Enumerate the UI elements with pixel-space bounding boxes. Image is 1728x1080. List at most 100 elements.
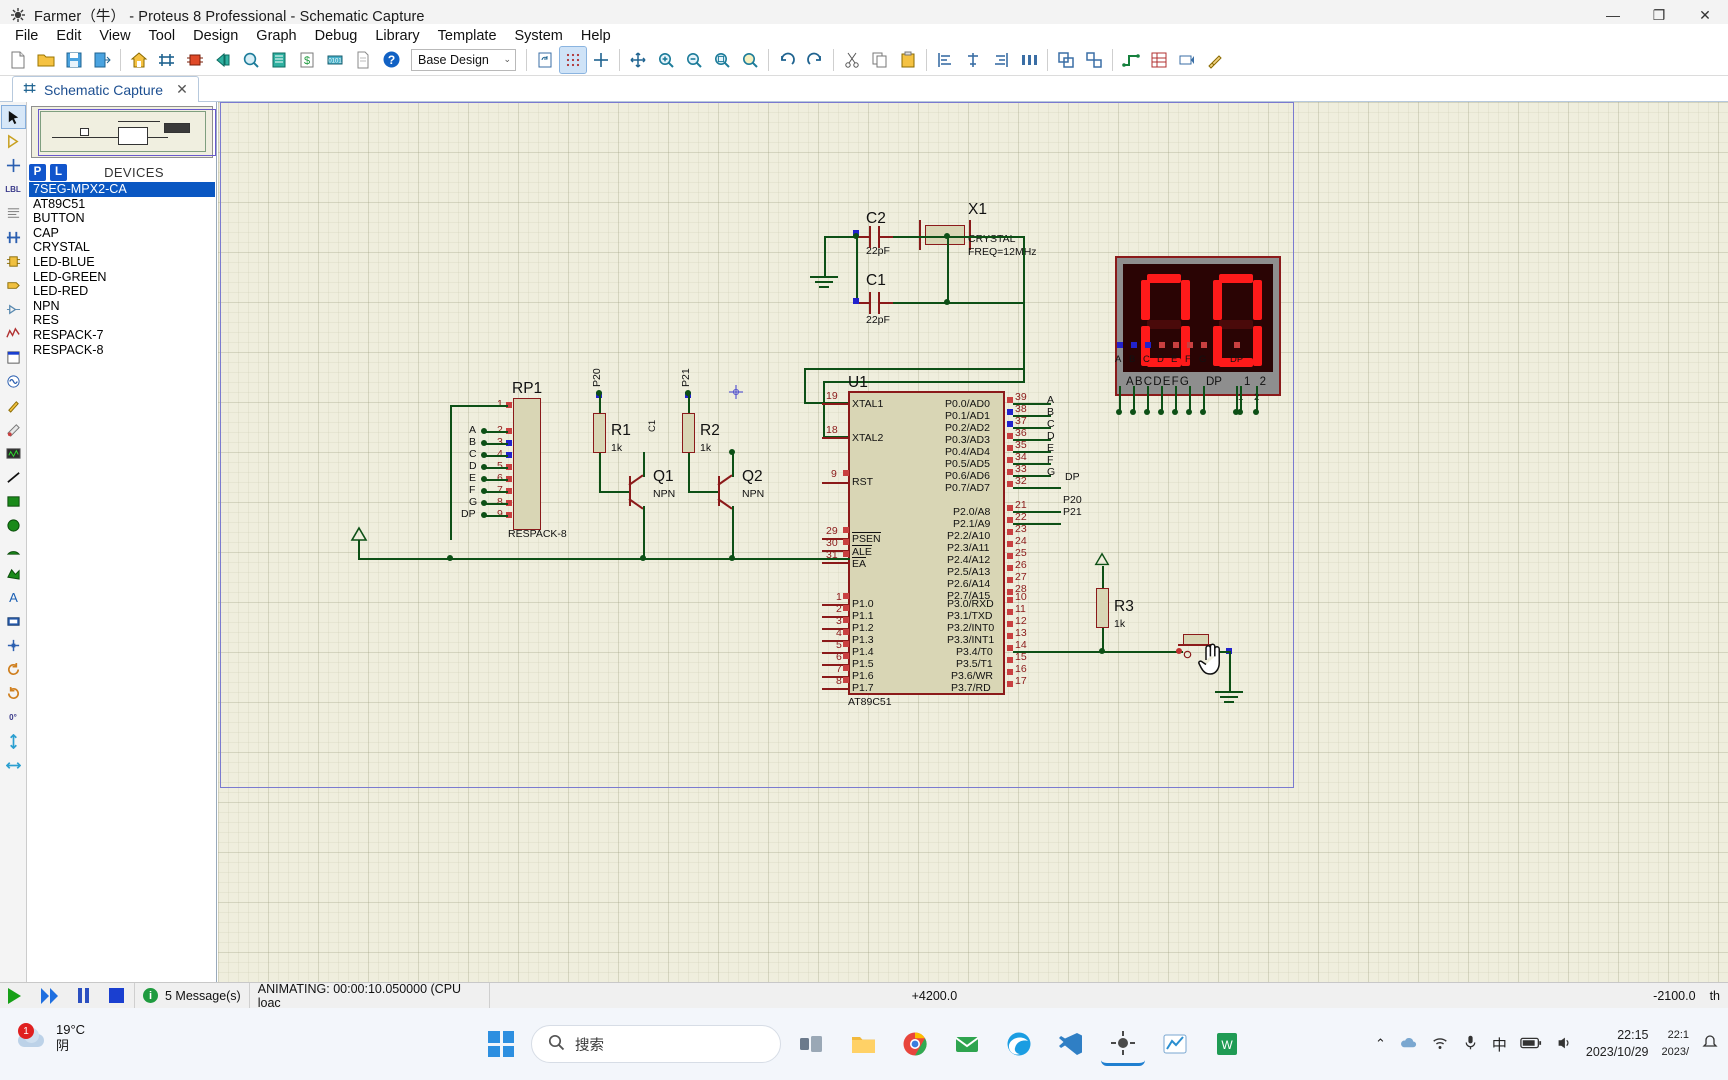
notification-center-icon[interactable]	[1702, 1034, 1718, 1054]
align-center-icon[interactable]	[960, 47, 986, 73]
netlist-icon[interactable]	[1146, 47, 1172, 73]
r1-body[interactable]	[593, 413, 606, 453]
sim-stop-button[interactable]	[99, 982, 135, 1009]
align-right-icon[interactable]	[988, 47, 1014, 73]
device-item-cap[interactable]: CAP	[29, 226, 215, 241]
arc-tool[interactable]	[2, 538, 25, 560]
device-pin-tool[interactable]	[2, 298, 25, 320]
code-icon[interactable]: 0101	[322, 47, 348, 73]
zoom-out-icon[interactable]	[681, 47, 707, 73]
device-item-res[interactable]: RES	[29, 313, 215, 328]
path-tool[interactable]	[2, 562, 25, 584]
design-overview[interactable]	[31, 106, 216, 158]
zoom-area-icon[interactable]	[709, 47, 735, 73]
subcircuit-tool[interactable]	[2, 250, 25, 272]
mirror-vertical-tool[interactable]	[2, 754, 25, 776]
device-item-respack-7[interactable]: RESPACK-7	[29, 328, 215, 343]
ungroup-icon[interactable]	[1081, 47, 1107, 73]
measure-icon[interactable]	[1202, 47, 1228, 73]
generator-tool[interactable]	[2, 370, 25, 392]
paste-icon[interactable]	[895, 47, 921, 73]
device-item-led-red[interactable]: LED-RED	[29, 284, 215, 299]
taskbar-clock[interactable]: 22:15 2023/10/29	[1586, 1027, 1649, 1061]
auto-route-icon[interactable]	[1118, 47, 1144, 73]
copy-icon[interactable]	[867, 47, 893, 73]
tape-recorder-tool[interactable]	[2, 346, 25, 368]
marker-tool[interactable]	[2, 634, 25, 656]
zoom-in-icon[interactable]	[653, 47, 679, 73]
volume-icon[interactable]	[1555, 1034, 1573, 1055]
pcb-layout-icon[interactable]	[182, 47, 208, 73]
group-icon[interactable]	[1053, 47, 1079, 73]
device-item-at89c51[interactable]: AT89C51	[29, 197, 215, 212]
chrome-button[interactable]	[893, 1022, 937, 1066]
sim-play-button[interactable]	[0, 983, 31, 1009]
charts-app-button[interactable]	[1153, 1022, 1197, 1066]
virtual-instruments-tool[interactable]	[2, 442, 25, 464]
new-file-icon[interactable]	[5, 47, 31, 73]
task-view-button[interactable]	[789, 1022, 833, 1066]
tray-expand-icon[interactable]: ⌃	[1375, 1036, 1386, 1052]
wifi-icon[interactable]	[1431, 1034, 1449, 1055]
symbol-tool[interactable]	[2, 610, 25, 632]
search-design-icon[interactable]	[238, 47, 264, 73]
export-icon[interactable]	[89, 47, 115, 73]
device-item-7seg[interactable]: 7SEG-MPX2-CA	[29, 182, 215, 197]
undo-icon[interactable]	[774, 47, 800, 73]
align-left-icon[interactable]	[932, 47, 958, 73]
redo-icon[interactable]	[802, 47, 828, 73]
rotation-angle-field[interactable]: 0°	[2, 706, 25, 728]
device-item-led-green[interactable]: LED-GREEN	[29, 270, 215, 285]
zoom-all-icon[interactable]	[737, 47, 763, 73]
mirror-horizontal-tool[interactable]	[2, 730, 25, 752]
sim-step-button[interactable]	[31, 983, 68, 1009]
design-select[interactable]: Base Design ⌄	[411, 48, 516, 71]
mail-button[interactable]	[945, 1022, 989, 1066]
schematic-capture-icon[interactable]	[154, 47, 180, 73]
help-icon[interactable]: ?	[378, 47, 404, 73]
rp1-body[interactable]	[513, 398, 541, 530]
toggle-grid-icon[interactable]	[559, 45, 587, 74]
pick-devices-button[interactable]: P	[29, 163, 46, 181]
current-probe-tool[interactable]	[2, 418, 25, 440]
r3-body[interactable]	[1096, 588, 1109, 628]
wire-label-icon[interactable]	[1174, 47, 1200, 73]
device-item-npn[interactable]: NPN	[29, 299, 215, 314]
selection-mode-tool[interactable]	[0, 105, 26, 129]
distribute-icon[interactable]	[1016, 47, 1042, 73]
r2-body[interactable]	[682, 413, 695, 453]
taskbar-clock-secondary[interactable]: 22:1 2023/	[1661, 1027, 1689, 1061]
wire-label-tool[interactable]: LBL	[2, 178, 25, 200]
file-explorer-button[interactable]	[841, 1022, 885, 1066]
pan-icon[interactable]	[625, 47, 651, 73]
vscode-button[interactable]	[1049, 1022, 1093, 1066]
box-tool[interactable]	[2, 490, 25, 512]
origin-icon[interactable]	[588, 47, 614, 73]
ime-indicator[interactable]: 中	[1492, 1034, 1507, 1055]
battery-icon[interactable]	[1520, 1036, 1542, 1053]
refresh-sheet-icon[interactable]	[532, 47, 558, 73]
rotate-anticlockwise-tool[interactable]	[2, 682, 25, 704]
close-icon[interactable]: ✕	[170, 81, 188, 98]
cost-report-icon[interactable]: $	[294, 47, 320, 73]
home-icon[interactable]	[126, 47, 152, 73]
device-item-button[interactable]: BUTTON	[29, 211, 215, 226]
devices-list[interactable]: 7SEG-MPX2-CA AT89C51 BUTTON CAP CRYSTAL …	[29, 182, 215, 978]
device-item-respack-8[interactable]: RESPACK-8	[29, 343, 215, 358]
rotate-clockwise-tool[interactable]	[2, 658, 25, 680]
bom-icon[interactable]	[266, 47, 292, 73]
terminal-tool[interactable]	[2, 274, 25, 296]
component-mode-tool[interactable]	[2, 130, 25, 152]
3d-view-icon[interactable]	[210, 47, 236, 73]
schematic-canvas[interactable]: C2 22pF C1 22pF X1 CRYSTAL FREQ=12MHz U1…	[218, 102, 1728, 982]
device-item-led-blue[interactable]: LED-BLUE	[29, 255, 215, 270]
open-file-icon[interactable]	[33, 47, 59, 73]
onedrive-icon[interactable]	[1399, 1033, 1418, 1055]
tab-schematic-capture[interactable]: Schematic Capture ✕	[12, 76, 199, 102]
bus-tool[interactable]	[2, 226, 25, 248]
wps-button[interactable]: W	[1205, 1022, 1249, 1066]
text-script-tool[interactable]	[2, 202, 25, 224]
graph-tool[interactable]	[2, 322, 25, 344]
microphone-icon[interactable]	[1462, 1034, 1479, 1054]
circle-tool[interactable]	[2, 514, 25, 536]
